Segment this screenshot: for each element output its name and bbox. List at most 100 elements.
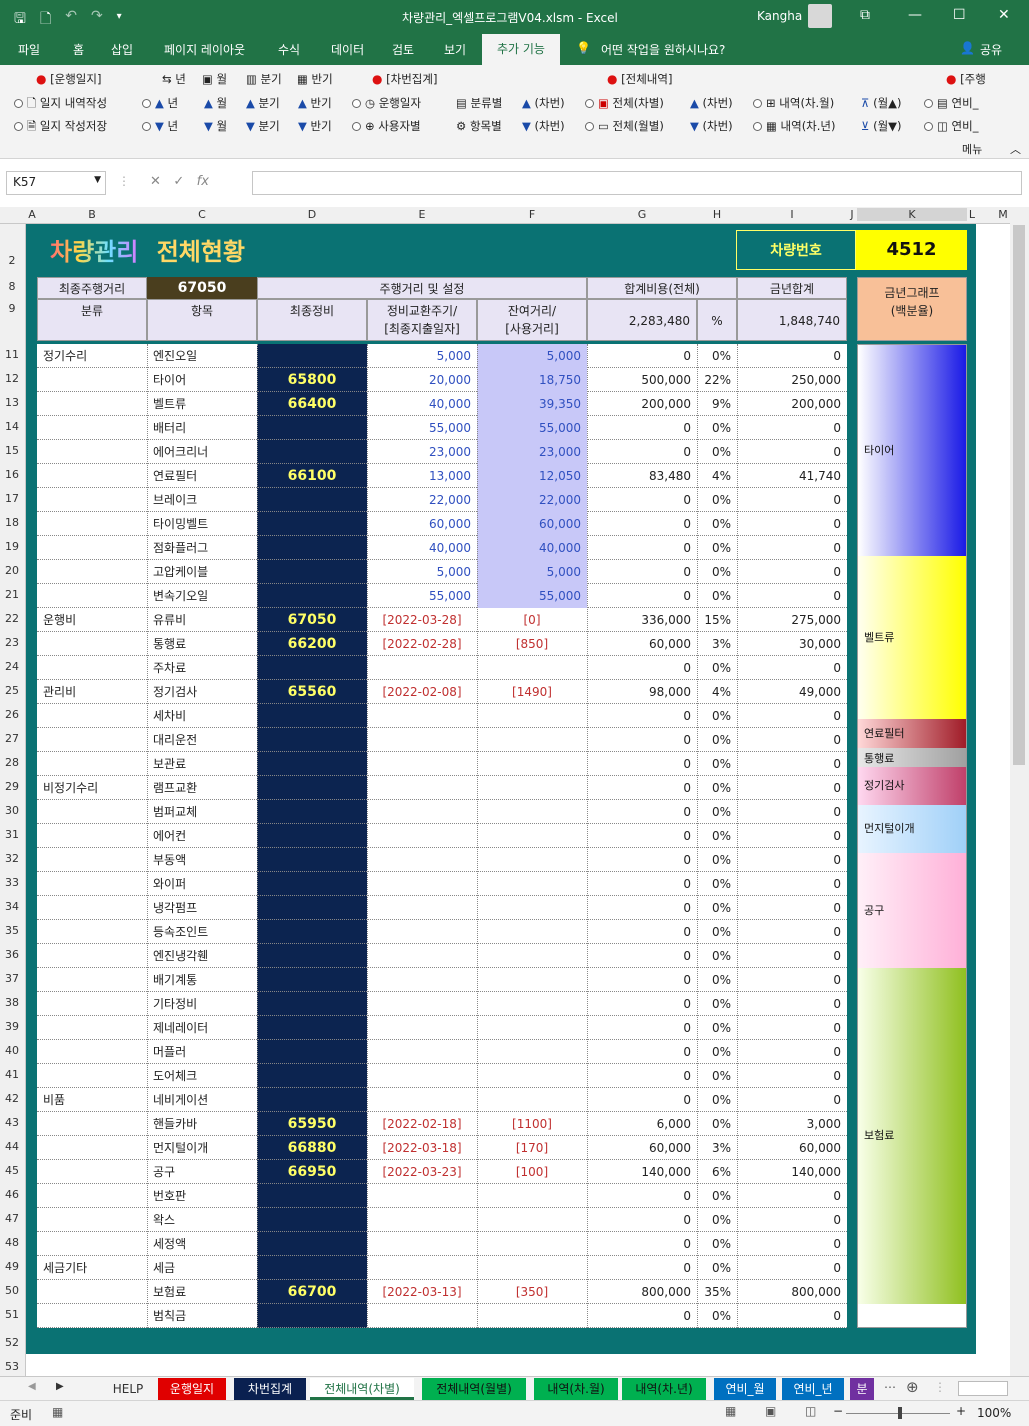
row-header-27[interactable]: 27 [0,732,24,745]
scroll-thumb[interactable] [1013,225,1025,765]
row-header-44[interactable]: 44 [0,1140,24,1153]
row-header-48[interactable]: 48 [0,1236,24,1249]
sheet-tab[interactable]: 분 [850,1378,874,1400]
tab-scroll-left-icon[interactable]: ◀ [28,1381,36,1392]
row-header-16[interactable]: 16 [0,468,24,481]
enter-icon[interactable]: ✓ [173,174,184,189]
share-icon[interactable]: 👤 [960,41,975,55]
row-header-40[interactable]: 40 [0,1044,24,1057]
redo-icon[interactable]: ↷ [91,8,103,32]
menu-page-layout[interactable]: 페이지 레이아웃 [164,41,245,58]
undo-icon[interactable]: ↶ [65,8,77,32]
row-header-45[interactable]: 45 [0,1164,24,1177]
page-layout-view-icon[interactable]: ▣ [765,1404,776,1418]
sheet-tab[interactable]: 연비_월 [714,1378,776,1400]
ribbon-carno-down-1[interactable]: ▼ (차번) [522,118,565,134]
normal-view-icon[interactable]: ▦ [725,1404,736,1418]
column-header-m[interactable]: M [996,208,1010,221]
ribbon-carno-up-1[interactable]: ▲ (차번) [522,95,565,111]
row-header-29[interactable]: 29 [0,780,24,793]
row-header-12[interactable]: 12 [0,372,24,385]
item-cell[interactable]: 램프교환 [147,776,257,800]
ribbon-mileage-2[interactable]: ◫ 연비_ [924,118,978,134]
row-header-24[interactable]: 24 [0,660,24,673]
item-cell[interactable]: 벨트류 [147,392,257,416]
menu-formulas[interactable]: 수식 [278,41,300,58]
row-header-34[interactable]: 34 [0,900,24,913]
row-header-35[interactable]: 35 [0,924,24,937]
row-header-19[interactable]: 19 [0,540,24,553]
item-cell[interactable]: 등속조인트 [147,920,257,944]
close-icon[interactable]: ✕ [998,7,1010,23]
menu-insert[interactable]: 삽입 [111,41,133,58]
row-header-23[interactable]: 23 [0,636,24,649]
item-cell[interactable]: 먼지털이개 [147,1136,257,1160]
zoom-out-icon[interactable]: − [833,1404,843,1418]
row-header-39[interactable]: 39 [0,1020,24,1033]
row-header-52[interactable]: 52 [0,1336,24,1349]
ribbon-half-up[interactable]: ▲ 반기 [298,95,332,111]
item-cell[interactable]: 공구 [147,1160,257,1184]
item-cell[interactable]: 세금 [147,1256,257,1280]
ribbon-month-btn[interactable]: ▣ 월 [202,71,227,87]
collapse-ribbon-icon[interactable]: ︿ [1010,141,1021,157]
row-header-14[interactable]: 14 [0,420,24,433]
item-cell[interactable]: 부동액 [147,848,257,872]
item-cell[interactable]: 냉각펌프 [147,896,257,920]
menu-home[interactable]: 홈 [73,41,84,58]
column-header-g[interactable]: G [587,208,697,221]
item-cell[interactable]: 타이어 [147,368,257,392]
item-cell[interactable]: 정기검사 [147,680,257,704]
ribbon-by-item[interactable]: ⚙ 항목별 [456,118,502,134]
item-cell[interactable]: 번호판 [147,1184,257,1208]
row-header-41[interactable]: 41 [0,1068,24,1081]
item-cell[interactable]: 기타정비 [147,992,257,1016]
tell-me-search[interactable]: 어떤 작업을 원하시나요? [601,41,725,58]
chevron-down-icon[interactable]: ▼ [94,175,101,185]
item-cell[interactable]: 왁스 [147,1208,257,1232]
macro-record-icon[interactable]: ▦ [52,1405,63,1419]
ribbon-carno-up-2[interactable]: ▲ (차번) [690,95,733,111]
cancel-icon[interactable]: ✕ [150,174,161,189]
sheet-tab[interactable]: 차번집계 [234,1378,306,1400]
menu-view[interactable]: 보기 [444,41,466,58]
column-header-l[interactable]: L [967,208,977,221]
ribbon-by-user[interactable]: ⊕ 사용자별 [352,118,421,134]
row-header-22[interactable]: 22 [0,612,24,625]
menu-review[interactable]: 검토 [392,41,414,58]
column-header-c[interactable]: C [147,208,257,221]
zoom-in-icon[interactable]: + [956,1404,966,1418]
print-preview-icon[interactable]: 🗋 [40,8,51,32]
split-handle-icon[interactable]: ⋮ [934,1380,946,1394]
page-break-view-icon[interactable]: ◫ [805,1404,816,1418]
ribbon-carno-down-2[interactable]: ▼ (차번) [690,118,733,134]
ribbon-year-up[interactable]: ▲ 년 [142,95,178,111]
save-icon[interactable]: 🖫 [14,8,26,32]
menu-data[interactable]: 데이터 [331,41,364,58]
horizontal-scrollbar[interactable] [958,1381,1008,1396]
fx-icon[interactable]: fx [197,174,209,189]
row-header-47[interactable]: 47 [0,1212,24,1225]
sheet-tab[interactable]: 내역(차.년) [622,1378,706,1400]
item-cell[interactable]: 타이밍벨트 [147,512,257,536]
column-header-b[interactable]: B [37,208,147,221]
sheet-tab[interactable]: 전체내역(차별) [310,1378,414,1400]
user-name[interactable]: Kangha [757,9,802,23]
ribbon-month-up[interactable]: ▲ 월 [204,95,227,111]
item-cell[interactable]: 세정액 [147,1232,257,1256]
ribbon-display-icon[interactable]: ⧉ [860,7,870,23]
column-header-i[interactable]: I [737,208,847,221]
add-sheet-icon[interactable]: ⊕ [906,1378,919,1396]
item-cell[interactable]: 머플러 [147,1040,257,1064]
maximize-icon[interactable]: ☐ [953,7,966,23]
ribbon-month-desc[interactable]: ⊻ (월▼) [861,118,901,134]
row-header-13[interactable]: 13 [0,396,24,409]
item-cell[interactable]: 와이퍼 [147,872,257,896]
name-box[interactable]: K57 ▼ [6,171,106,195]
item-cell[interactable]: 세차비 [147,704,257,728]
item-cell[interactable]: 배기계통 [147,968,257,992]
row-header-51[interactable]: 51 [0,1308,24,1321]
menu-addins[interactable]: 추가 기능 [482,34,560,65]
row-header-17[interactable]: 17 [0,492,24,505]
qat-dropdown-icon[interactable]: ▾ [117,11,122,32]
